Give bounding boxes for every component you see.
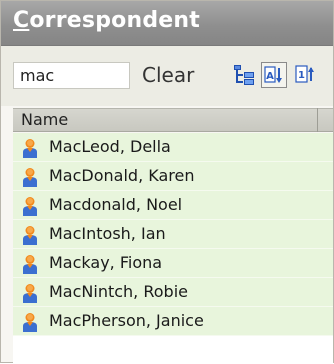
contact-name: MacDonald, Karen <box>49 166 195 185</box>
person-icon <box>21 283 39 303</box>
contact-name: MacNintch, Robie <box>49 282 188 301</box>
contact-name: Mackay, Fiona <box>49 253 163 272</box>
panel-title: Correspondent <box>13 8 200 33</box>
list-item[interactable]: MacLeod, Della <box>13 133 333 162</box>
panel-title-bar: Correspondent <box>1 1 333 46</box>
contact-name: MacIntosh, Ian <box>49 224 166 243</box>
contact-name: Macdonald, Noel <box>49 195 183 214</box>
clear-button[interactable]: Clear <box>142 61 194 89</box>
list-item[interactable]: Mackay, Fiona <box>13 249 333 278</box>
correspondent-panel: Correspondent Clear A 1 <box>0 0 334 364</box>
panel-title-rest: orrespondent <box>29 8 200 33</box>
person-icon <box>21 254 39 274</box>
search-input[interactable] <box>13 62 130 89</box>
person-icon <box>21 196 39 216</box>
svg-text:1: 1 <box>298 70 305 81</box>
list-item[interactable]: MacPherson, Janice <box>13 307 333 336</box>
list-item[interactable]: MacNintch, Robie <box>13 278 333 307</box>
list-item[interactable]: MacDonald, Karen <box>13 162 333 191</box>
sort-alpha-icon[interactable]: A <box>261 62 287 88</box>
person-icon <box>21 225 39 245</box>
list-item[interactable]: Macdonald, Noel <box>13 191 333 220</box>
contact-name: MacLeod, Della <box>49 137 171 156</box>
svg-text:A: A <box>266 71 274 82</box>
correspondent-list: MacLeod, Della MacDonald, Karen Macdonal… <box>13 133 333 364</box>
name-column-header[interactable]: Name <box>13 108 333 132</box>
contact-name: MacPherson, Janice <box>49 311 204 330</box>
person-icon <box>21 312 39 332</box>
sort-numeric-icon[interactable]: 1 <box>293 62 319 88</box>
person-icon <box>21 167 39 187</box>
person-icon <box>21 138 39 158</box>
list-item[interactable]: MacIntosh, Ian <box>13 220 333 249</box>
panel-title-mnemonic: C <box>13 8 30 33</box>
column-separator[interactable] <box>317 108 318 132</box>
tree-view-icon[interactable] <box>231 62 257 88</box>
